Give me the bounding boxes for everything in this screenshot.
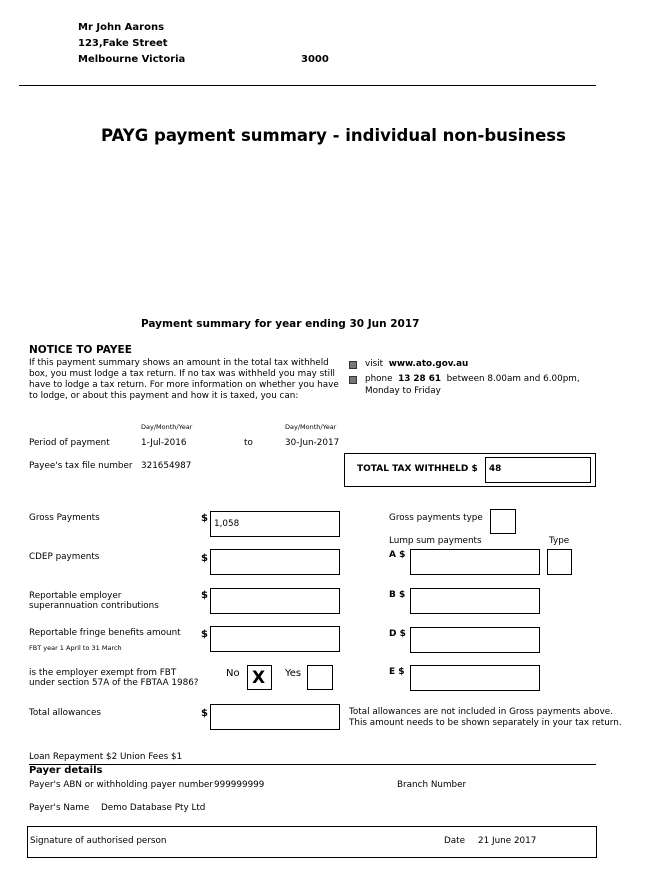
dollar-sign: $	[201, 590, 208, 601]
super-contributions-field[interactable]	[210, 588, 340, 614]
dollar-sign: $	[201, 513, 208, 524]
signature-date-value: 21 June 2017	[478, 836, 537, 846]
gross-payments-field[interactable]: 1,058	[210, 511, 340, 537]
fbt-exempt-question: is the employer exempt from FBT under se…	[29, 668, 198, 688]
lump-sum-e-label: E $	[389, 667, 405, 677]
payee-postcode: 3000	[301, 54, 329, 65]
dollar-sign: $	[201, 553, 208, 564]
period-from: 1-Jul-2016	[141, 438, 187, 448]
fbt-exempt-no-label: No	[226, 668, 240, 679]
lump-sum-type-label: Type	[549, 536, 570, 546]
lump-sum-d-field[interactable]	[410, 627, 540, 653]
payee-name: Mr John Aarons	[78, 22, 165, 33]
lump-sum-e-field[interactable]	[410, 665, 540, 691]
ato-website-link[interactable]: www.ato.gov.au	[389, 359, 469, 369]
fringe-benefits-field[interactable]	[210, 626, 340, 652]
notice-line: box, you must lodge a tax return. If no …	[29, 369, 335, 379]
lump-sum-a-field[interactable]	[410, 549, 540, 575]
fringe-benefits-label: Reportable fringe benefits amount	[29, 628, 181, 638]
phone-label: phone	[365, 374, 393, 384]
lump-sum-d-label: D $	[389, 629, 406, 639]
payee-street: 123,Fake Street	[78, 38, 168, 49]
visit-line: visit www.ato.gov.au	[365, 359, 468, 370]
period-label: Period of payment	[29, 438, 110, 448]
notice-heading: NOTICE TO PAYEE	[29, 344, 132, 356]
lump-sum-label: Lump sum payments	[389, 536, 482, 546]
gross-payments-type-label: Gross payments type	[389, 513, 483, 523]
year-ending-label: Payment summary for year ending	[141, 318, 346, 330]
tfn-value: 321654987	[141, 461, 192, 471]
payer-divider	[29, 764, 596, 765]
total-allowances-note-line1: Total allowances are not included in Gro…	[349, 707, 614, 717]
total-allowances-label: Total allowances	[29, 708, 101, 718]
tfn-label: Payee's tax file number	[29, 461, 133, 471]
lump-sum-a-type-field[interactable]	[547, 549, 572, 575]
super-contributions-label-line2: superannuation contributions	[29, 601, 159, 611]
gross-payments-value: 1,058	[214, 519, 240, 529]
lump-sum-b-field[interactable]	[410, 588, 540, 614]
visit-label: visit	[365, 359, 384, 369]
fbt-exempt-yes-label: Yes	[285, 668, 302, 679]
payer-abn-value: 999999999	[214, 780, 265, 790]
period-to-label: to	[244, 438, 253, 448]
period-to: 30-Jun-2017	[285, 438, 340, 448]
payer-abn-label: Payer's ABN or withholding payer number	[29, 780, 213, 790]
total-tax-value: 48	[489, 464, 502, 474]
cdep-payments-field[interactable]	[210, 549, 340, 575]
phone-days: Monday to Friday	[365, 386, 441, 396]
signature-date-label: Date	[444, 836, 466, 846]
checkmark-x-icon: X	[252, 668, 266, 688]
notice-body: If this payment summary shows an amount …	[29, 358, 339, 402]
phone-hours: between 8.00am and 6.00pm,	[446, 374, 580, 384]
dollar-sign: $	[201, 629, 208, 640]
total-allowances-field[interactable]	[210, 704, 340, 730]
lump-sum-a-label: A $	[389, 550, 406, 560]
notice-line: If this payment summary shows an amount …	[29, 358, 329, 368]
lump-sum-b-label: B $	[389, 590, 406, 600]
total-tax-field[interactable]: 48	[485, 457, 591, 483]
phone-line: phone 13 28 61 between 8.00am and 6.00pm…	[365, 374, 580, 385]
total-tax-label: TOTAL TAX WITHHELD $	[357, 464, 478, 474]
deductions-note: Loan Repayment $2 Union Fees $1	[29, 752, 183, 762]
payee-city: Melbourne Victoria	[78, 54, 186, 65]
branch-number-label: Branch Number	[397, 780, 467, 790]
document-title: PAYG payment summary - individual non-bu…	[101, 126, 566, 145]
bullet-square-icon	[349, 361, 357, 369]
fbt-year-note: FBT year 1 April to 31 March	[29, 644, 122, 652]
cdep-payments-label: CDEP payments	[29, 552, 100, 562]
gross-payments-label: Gross Payments	[29, 513, 100, 523]
total-allowances-note-line2: This amount needs to be shown separately…	[349, 718, 622, 728]
signature-label: Signature of authorised person	[30, 836, 167, 846]
year-ending-value: 30 Jun 2017	[349, 318, 420, 330]
super-contributions-label: Reportable employer superannuation contr…	[29, 591, 159, 611]
fbt-exempt-no-checkbox[interactable]: X	[247, 665, 272, 690]
notice-line: to lodge, or about this payment and how …	[29, 391, 299, 401]
address-divider	[19, 85, 596, 86]
payer-name-label: Payer's Name	[29, 803, 90, 813]
payer-name-value: Demo Database Pty Ltd	[101, 803, 206, 813]
total-allowances-note: Total allowances are not included in Gro…	[349, 707, 622, 729]
payer-heading: Payer details	[29, 765, 103, 776]
fbt-exempt-question-line1: is the employer exempt from FBT	[29, 668, 177, 678]
bullet-square-icon	[349, 376, 357, 384]
gross-payments-type-field[interactable]	[490, 509, 516, 534]
phone-number: 13 28 61	[398, 374, 441, 384]
fbt-exempt-question-line2: under section 57A of the FBTAA 1986?	[29, 678, 199, 688]
fbt-exempt-yes-checkbox[interactable]	[307, 665, 333, 690]
dollar-sign: $	[201, 708, 208, 719]
date-format-label: Day/Month/Year	[285, 423, 337, 431]
notice-line: have to lodge a tax return. For more inf…	[29, 380, 339, 390]
year-ending: Payment summary for year ending 30 Jun 2…	[141, 318, 419, 330]
super-contributions-label-line1: Reportable employer	[29, 591, 122, 601]
date-format-label: Day/Month/Year	[141, 423, 193, 431]
